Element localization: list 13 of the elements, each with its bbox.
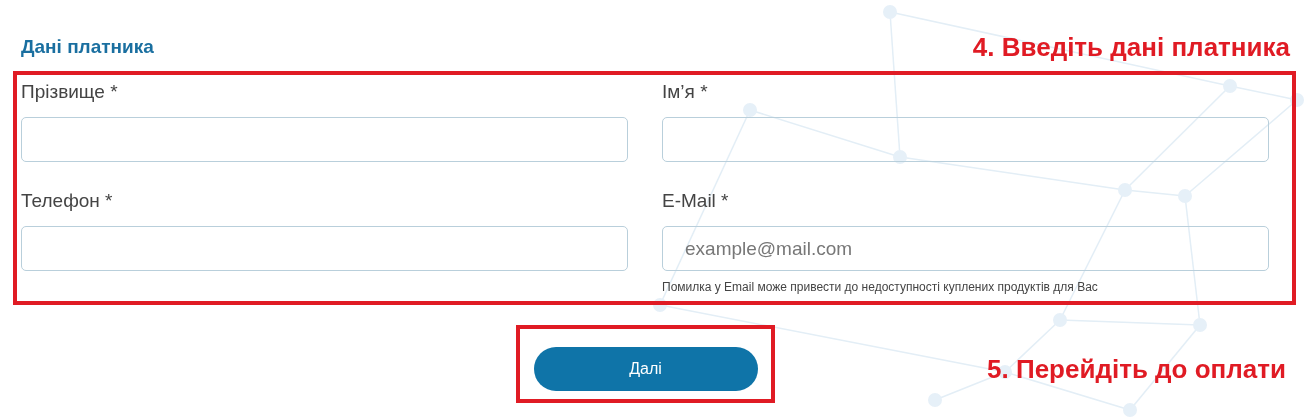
- section-title: Дані платника: [21, 36, 154, 58]
- field-label: Прізвище *: [21, 81, 119, 103]
- field-label: E-Mail *: [662, 190, 730, 212]
- next-button[interactable]: Далі: [533, 347, 758, 391]
- input-field[interactable]: [21, 117, 628, 162]
- field-label: Телефон *: [21, 190, 114, 212]
- input-field[interactable]: example@mail.com: [662, 226, 1269, 271]
- input-field[interactable]: [21, 226, 628, 271]
- field-label: Ім’я *: [662, 81, 709, 103]
- instruction-annotation: 5. Перейдіть до оплати: [987, 353, 1286, 385]
- instruction-annotation: 4. Введіть дані платника: [972, 31, 1290, 63]
- hint-text: Помилка у Email може привести до недоступності куплених продуктів для Вас: [662, 280, 1099, 294]
- input-field[interactable]: [662, 117, 1269, 162]
